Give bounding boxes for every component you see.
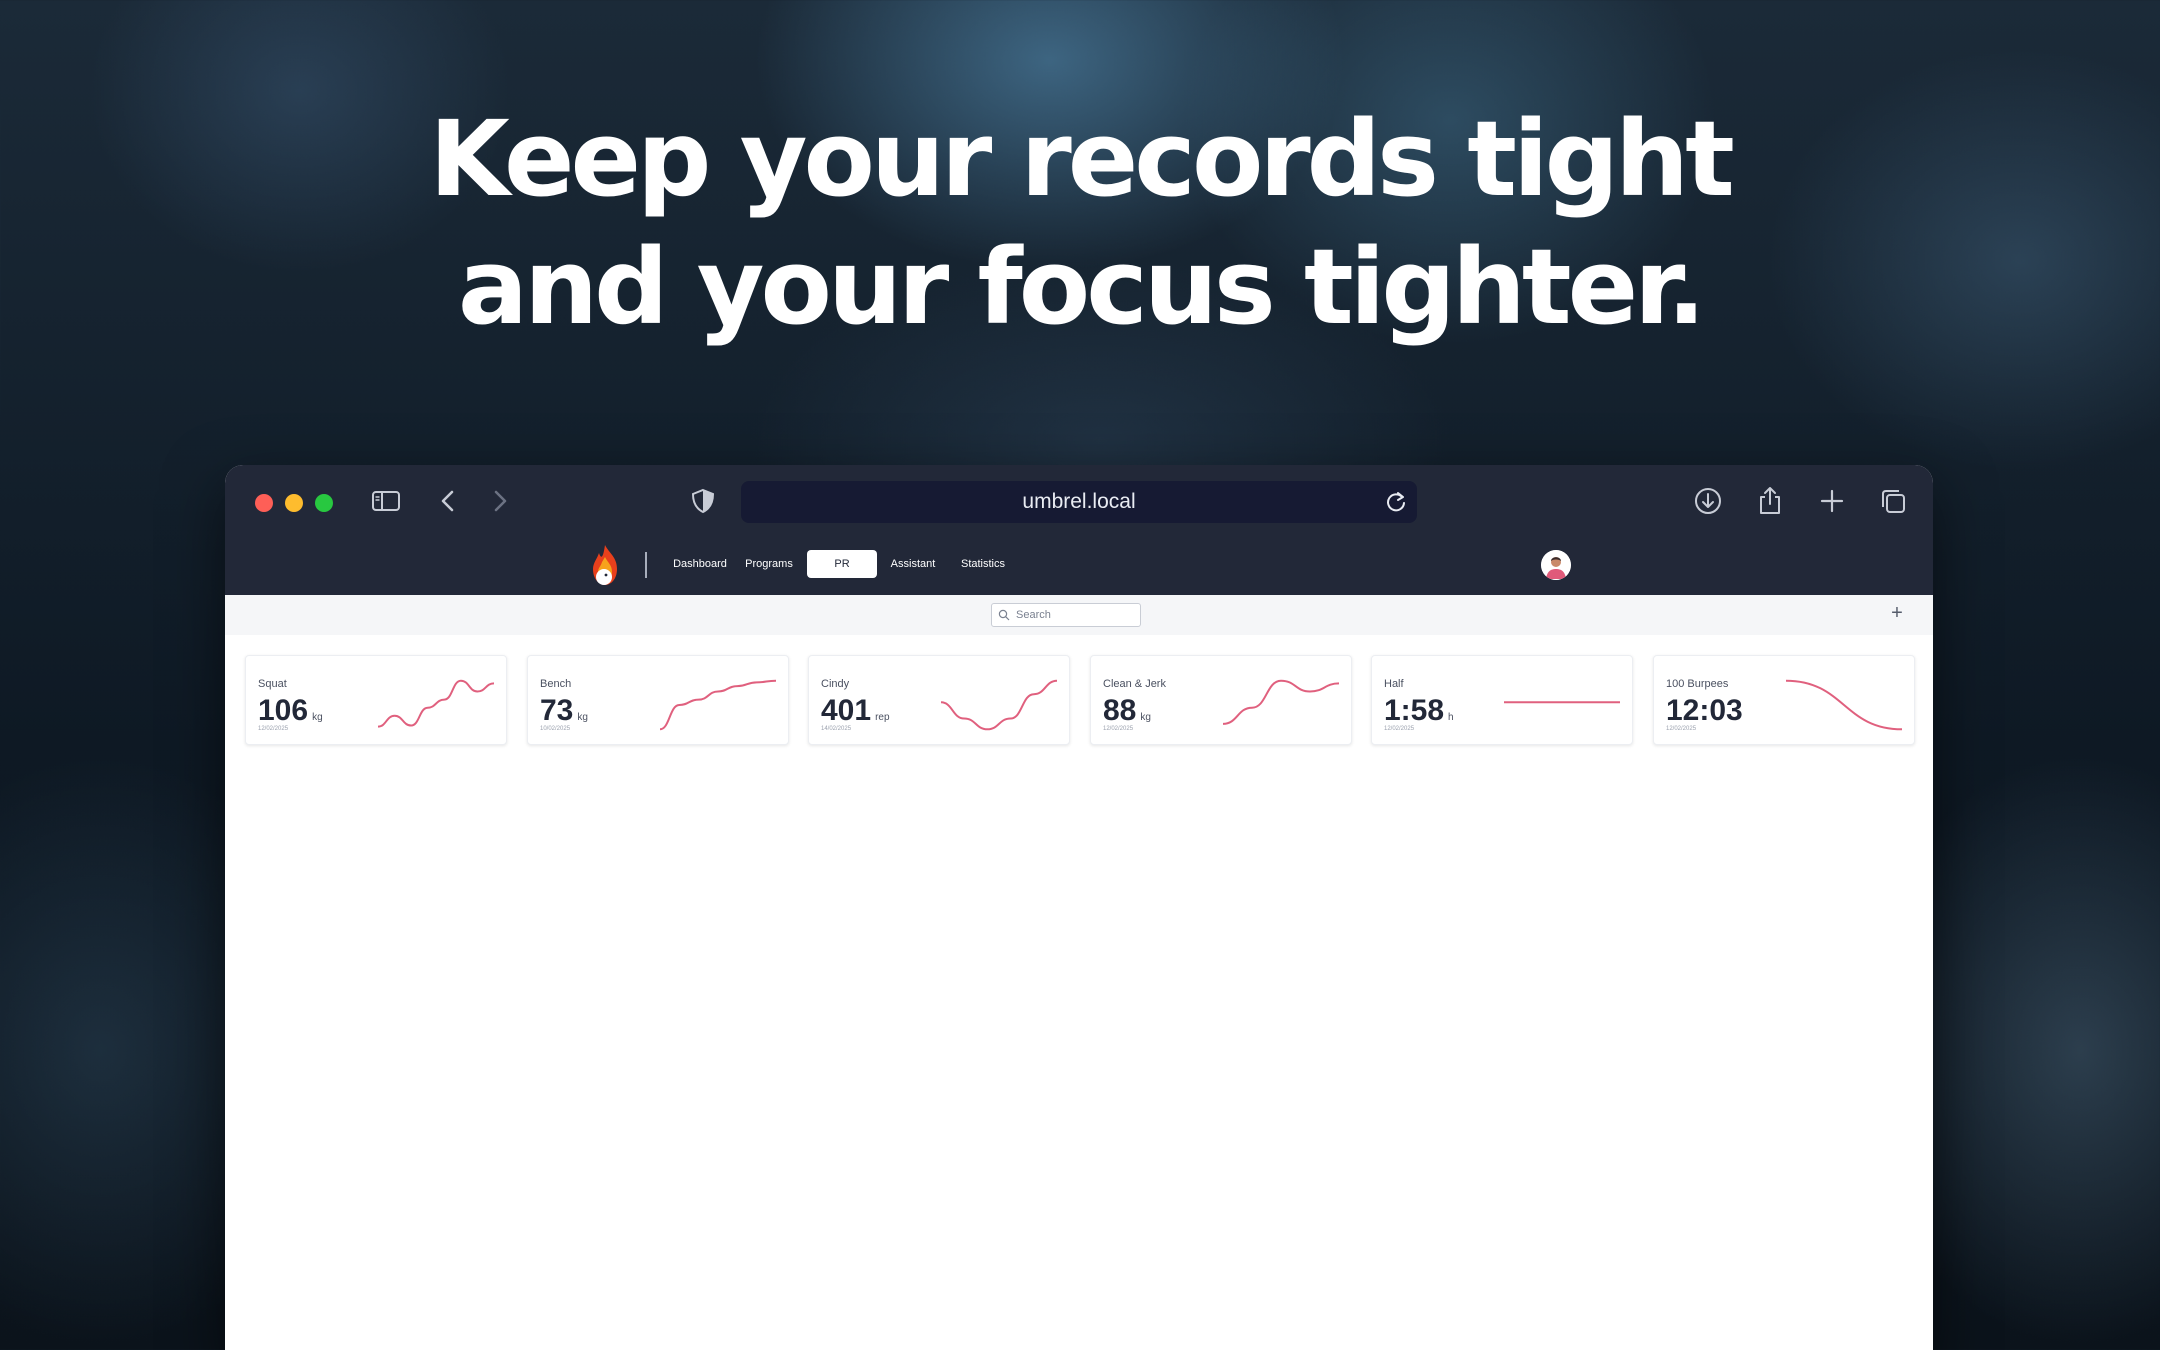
nav-dashboard[interactable]: Dashboard — [672, 550, 728, 578]
trend-sparkline — [659, 679, 777, 731]
back-icon[interactable] — [433, 485, 465, 517]
pr-card[interactable]: Bench 73 kg 10/02/2025 — [527, 655, 789, 745]
pr-card-value: 73 kg — [540, 694, 588, 728]
pr-value-text: 401 — [821, 694, 872, 727]
pr-unit: rep — [875, 712, 890, 723]
trend-sparkline — [940, 679, 1058, 731]
pr-unit: kg — [577, 712, 588, 723]
pr-unit: kg — [312, 712, 323, 723]
pr-value-text: 73 — [540, 694, 574, 727]
trend-sparkline — [1222, 679, 1340, 725]
pr-card[interactable]: Half 1:58 h 12/02/2025 — [1371, 655, 1633, 745]
browser-titlebar: umbrel.local — [225, 465, 1933, 535]
new-tab-icon[interactable] — [1816, 485, 1848, 517]
pr-card-name: Bench — [540, 678, 572, 690]
pr-card-value: 88 kg — [1103, 694, 1151, 728]
pr-card-value: 106 kg — [258, 694, 323, 728]
pr-unit: kg — [1140, 712, 1151, 723]
url-text: umbrel.local — [1022, 490, 1136, 513]
add-record-button[interactable]: + — [1885, 601, 1909, 625]
trend-sparkline — [1504, 701, 1620, 704]
pr-card-value: 12:03 — [1666, 694, 1747, 728]
pr-unit: h — [1448, 712, 1454, 723]
search-placeholder: Search — [1016, 609, 1051, 621]
share-icon[interactable] — [1754, 485, 1786, 517]
pr-card-value: 401 rep — [821, 694, 890, 728]
trend-sparkline — [377, 679, 495, 728]
download-icon[interactable] — [1692, 485, 1724, 517]
tabs-overview-icon[interactable] — [1877, 485, 1909, 517]
nav-statistics[interactable]: Statistics — [959, 550, 1007, 578]
pr-value-text: 106 — [258, 694, 309, 727]
nav-programs[interactable]: Programs — [744, 550, 794, 578]
close-window-button[interactable] — [255, 494, 273, 512]
pr-card-value: 1:58 h — [1384, 694, 1454, 728]
app-navbar: Dashboard Programs PR Assistant Statisti… — [225, 535, 1933, 595]
pr-card-date: 14/02/2025 — [821, 726, 852, 732]
search-toolbar: Search + — [225, 595, 1933, 635]
flame-logo-icon[interactable] — [587, 543, 623, 587]
pr-card-date: 12/02/2025 — [1384, 726, 1415, 732]
pr-card-date: 12/02/2025 — [1103, 726, 1134, 732]
pr-card-name: Squat — [258, 678, 287, 690]
pr-card-date: 10/02/2025 — [540, 726, 571, 732]
address-bar[interactable]: umbrel.local — [741, 481, 1417, 523]
trend-line — [1785, 679, 1903, 731]
trend-sparkline — [1785, 679, 1903, 731]
pr-card-date: 12/02/2025 — [258, 726, 289, 732]
headline: Keep your records tight and your focus t… — [0, 95, 2160, 351]
headline-line-1: Keep your records tight — [429, 98, 1735, 220]
pr-card-name: Cindy — [821, 678, 850, 690]
sidebar-icon[interactable] — [370, 485, 402, 517]
shield-icon[interactable] — [687, 485, 719, 517]
nav-assistant[interactable]: Assistant — [889, 550, 937, 578]
zoom-window-button[interactable] — [315, 494, 333, 512]
pr-value-text: 88 — [1103, 694, 1137, 727]
trend-line — [1222, 679, 1340, 725]
pr-card[interactable]: Cindy 401 rep 14/02/2025 — [808, 655, 1070, 745]
trend-line — [659, 679, 777, 731]
trend-line — [940, 679, 1058, 731]
reload-icon[interactable] — [1383, 489, 1409, 515]
pr-card-name: Half — [1384, 678, 1404, 690]
nav-pr[interactable]: PR — [807, 550, 877, 578]
nav-divider — [645, 552, 647, 578]
pr-card-name: Clean & Jerk — [1103, 678, 1166, 690]
traffic-lights — [255, 494, 333, 512]
trend-line — [377, 679, 495, 728]
pr-value-text: 1:58 — [1384, 694, 1445, 727]
minimize-window-button[interactable] — [285, 494, 303, 512]
pr-value-text: 12:03 — [1666, 694, 1743, 727]
pr-card[interactable]: 100 Burpees 12:03 12/02/2025 — [1653, 655, 1915, 745]
pr-card-date: 12/02/2025 — [1666, 726, 1697, 732]
pr-card[interactable]: Squat 106 kg 12/02/2025 — [245, 655, 507, 745]
pr-card[interactable]: Clean & Jerk 88 kg 12/02/2025 — [1090, 655, 1352, 745]
browser-window: umbrel.local Dashboard Programs PR Assis… — [225, 465, 1933, 1350]
avatar[interactable] — [1541, 550, 1571, 580]
headline-line-2: and your focus tighter. — [457, 226, 1706, 348]
pr-card-name: 100 Burpees — [1666, 678, 1729, 690]
search-input[interactable]: Search — [991, 603, 1141, 627]
search-icon — [998, 609, 1010, 621]
forward-icon[interactable] — [483, 485, 515, 517]
